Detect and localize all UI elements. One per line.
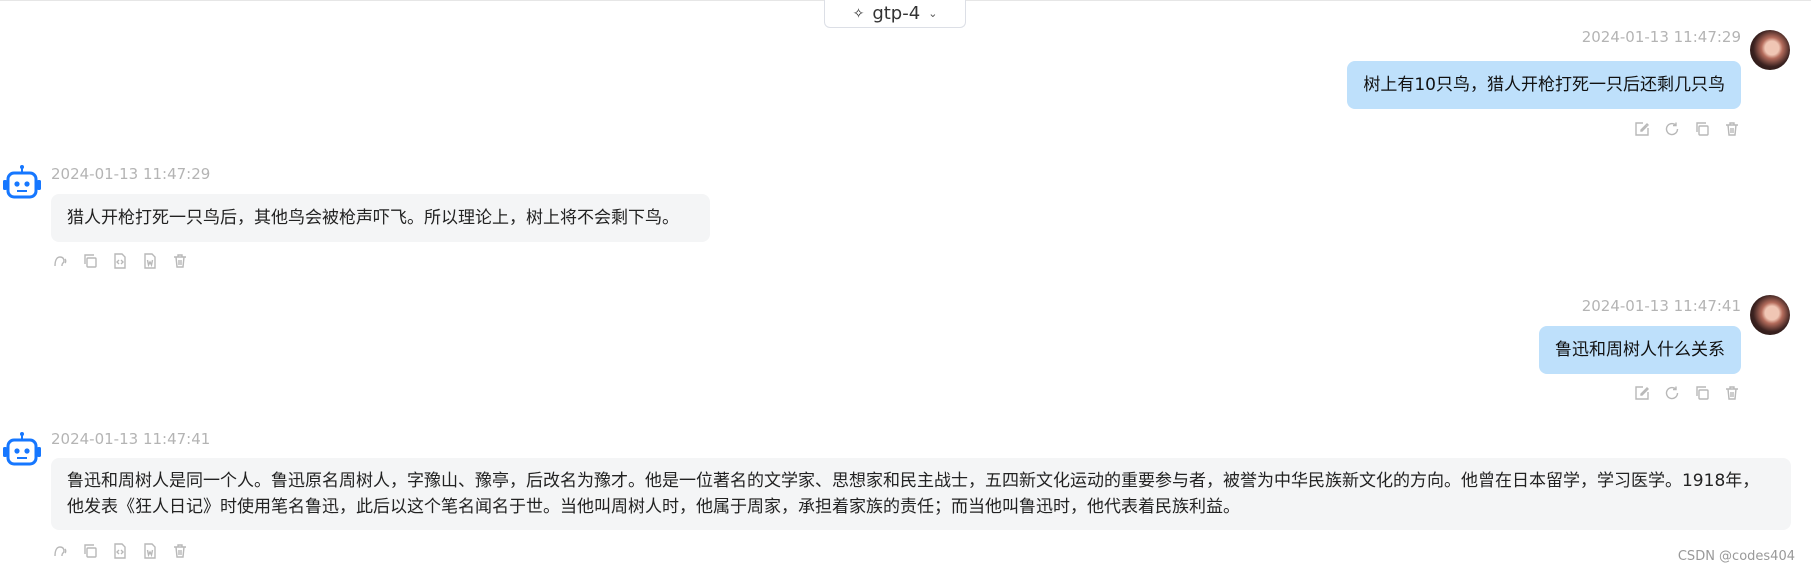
speak-icon[interactable]	[51, 252, 69, 270]
user-avatar	[1750, 295, 1790, 335]
model-name: gtp-4	[872, 3, 921, 24]
user-avatar	[1750, 30, 1790, 70]
copy-icon[interactable]	[81, 542, 99, 560]
edit-icon[interactable]	[1633, 120, 1651, 138]
code-icon[interactable]	[111, 542, 129, 560]
speak-icon[interactable]	[51, 542, 69, 560]
chevron-down-icon: ⌄	[928, 7, 938, 20]
sparkle-icon: ✧	[852, 5, 865, 22]
message-timestamp: 2024-01-13 11:47:29	[1581, 28, 1741, 46]
assistant-message-actions	[51, 252, 189, 270]
assistant-message-bubble: 鲁迅和周树人是同一个人。鲁迅原名周树人，字豫山、豫亭，后改名为豫才。他是一位著名…	[51, 458, 1791, 530]
user-message-bubble: 鲁迅和周树人什么关系	[1539, 326, 1741, 374]
delete-icon[interactable]	[171, 252, 189, 270]
copy-icon[interactable]	[1693, 384, 1711, 402]
assistant-message-bubble: 猎人开枪打死一只鸟后，其他鸟会被枪声吓飞。所以理论上，树上将不会剩下鸟。	[51, 194, 710, 242]
word-export-icon[interactable]	[141, 252, 159, 270]
bot-avatar	[2, 163, 42, 203]
user-message-bubble: 树上有10只鸟，猎人开枪打死一只后还剩几只鸟	[1347, 61, 1741, 109]
regenerate-icon[interactable]	[1663, 120, 1681, 138]
message-timestamp: 2024-01-13 11:47:41	[1581, 297, 1741, 315]
copy-icon[interactable]	[1693, 120, 1711, 138]
delete-icon[interactable]	[1723, 120, 1741, 138]
regenerate-icon[interactable]	[1663, 384, 1681, 402]
delete-icon[interactable]	[1723, 384, 1741, 402]
delete-icon[interactable]	[171, 542, 189, 560]
message-timestamp: 2024-01-13 11:47:41	[51, 430, 211, 448]
model-selector[interactable]: ✧ gtp-4 ⌄	[824, 0, 966, 28]
assistant-message-actions	[51, 542, 189, 560]
copy-icon[interactable]	[81, 252, 99, 270]
watermark: CSDN @codes404	[1677, 549, 1795, 564]
word-export-icon[interactable]	[141, 542, 159, 560]
bot-avatar	[2, 430, 42, 470]
code-icon[interactable]	[111, 252, 129, 270]
message-timestamp: 2024-01-13 11:47:29	[51, 165, 211, 183]
user-message-actions	[1633, 120, 1741, 138]
edit-icon[interactable]	[1633, 384, 1651, 402]
user-message-actions	[1633, 384, 1741, 402]
